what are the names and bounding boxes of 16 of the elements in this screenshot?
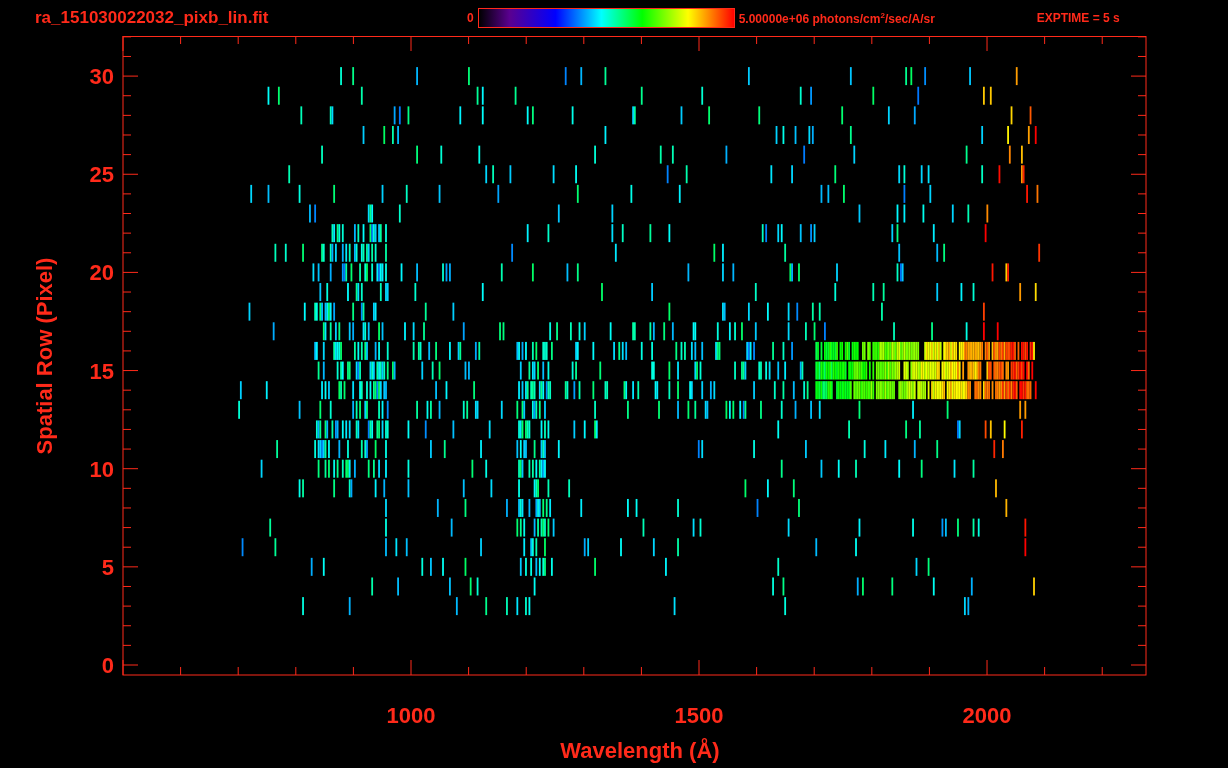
- colorbar-max-label: 5.00000e+06 photons/cm$^{2}$/sec/A/sr: [738, 10, 936, 26]
- colorbar-min-label: 0: [467, 11, 474, 25]
- file-title: ra_151030022032_pixb_lin.fit: [35, 8, 270, 28]
- x-tick-label: 2000: [962, 703, 1012, 728]
- x-axis-title: Wavelength (Å): [560, 738, 720, 763]
- y-tick-label: 25: [89, 162, 114, 188]
- y-tick-label: 10: [89, 456, 114, 482]
- exposure-time: EXPTIME = 5 s: [1036, 11, 1120, 25]
- y-tick-label: 20: [89, 260, 114, 286]
- x-tick-label: 1000: [386, 703, 436, 728]
- y-tick-label: 0: [101, 653, 114, 678]
- y-tick-label: 5: [101, 554, 114, 580]
- y-tick-label: 15: [89, 358, 114, 384]
- y-tick-label: 30: [89, 64, 114, 90]
- y-axis-title: Spatial Row (Pixel): [32, 257, 57, 455]
- x-tick-label: 1500: [674, 703, 724, 728]
